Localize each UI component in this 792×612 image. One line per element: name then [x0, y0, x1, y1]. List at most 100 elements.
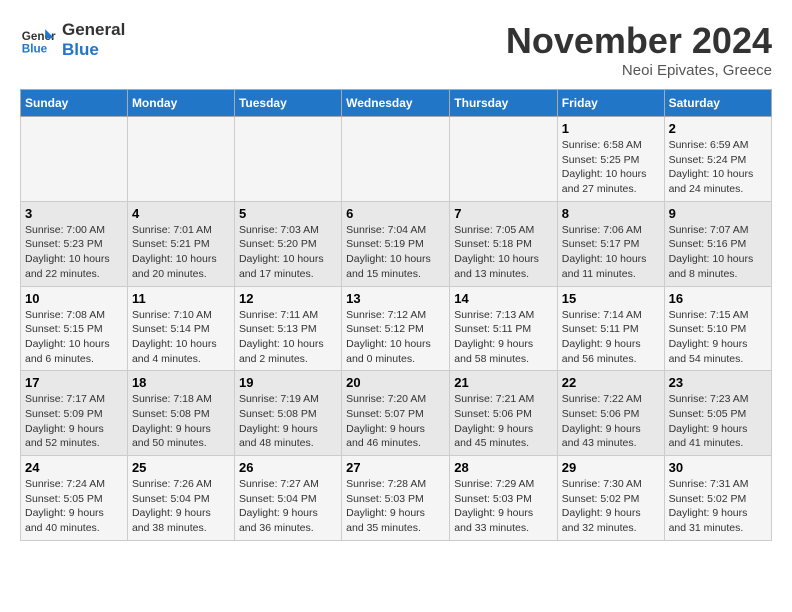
calendar-cell: 11 Sunrise: 7:10 AM Sunset: 5:14 PM Dayli… — [127, 286, 234, 371]
day-info: Sunrise: 7:26 AM Sunset: 5:04 PM Dayligh… — [132, 477, 230, 536]
day-info: Sunrise: 7:28 AM Sunset: 5:03 PM Dayligh… — [346, 477, 445, 536]
calendar-body: 1 Sunrise: 6:58 AM Sunset: 5:25 PM Daylig… — [21, 117, 772, 541]
calendar-cell: 13 Sunrise: 7:12 AM Sunset: 5:12 PM Dayli… — [342, 286, 450, 371]
day-info: Sunrise: 7:07 AM Sunset: 5:16 PM Dayligh… — [669, 223, 767, 282]
logo-line2: Blue — [62, 40, 125, 60]
page-header: General Blue General Blue November 2024 … — [20, 20, 772, 79]
col-monday: Monday — [127, 90, 234, 117]
col-friday: Friday — [557, 90, 664, 117]
day-info: Sunrise: 7:17 AM Sunset: 5:09 PM Dayligh… — [25, 392, 123, 451]
day-number: 30 — [669, 460, 767, 475]
calendar-cell: 10 Sunrise: 7:08 AM Sunset: 5:15 PM Dayli… — [21, 286, 128, 371]
day-info: Sunrise: 7:21 AM Sunset: 5:06 PM Dayligh… — [454, 392, 553, 451]
day-info: Sunrise: 7:01 AM Sunset: 5:21 PM Dayligh… — [132, 223, 230, 282]
calendar-cell: 28Sunrise: 7:29 AM Sunset: 5:03 PM Dayli… — [450, 456, 558, 541]
col-wednesday: Wednesday — [342, 90, 450, 117]
calendar-table: Sunday Monday Tuesday Wednesday Thursday… — [20, 89, 772, 541]
day-info: Sunrise: 7:00 AM Sunset: 5:23 PM Dayligh… — [25, 223, 123, 282]
day-number: 16 — [669, 291, 767, 306]
day-number: 26 — [239, 460, 337, 475]
calendar-cell — [450, 117, 558, 202]
day-number: 22 — [562, 375, 660, 390]
day-info: Sunrise: 7:13 AM Sunset: 5:11 PM Dayligh… — [454, 308, 553, 367]
calendar-cell: 9 Sunrise: 7:07 AM Sunset: 5:16 PM Daylig… — [664, 201, 771, 286]
day-info: Sunrise: 7:27 AM Sunset: 5:04 PM Dayligh… — [239, 477, 337, 536]
day-number: 25 — [132, 460, 230, 475]
col-tuesday: Tuesday — [234, 90, 341, 117]
svg-text:Blue: Blue — [22, 43, 48, 56]
calendar-cell: 4 Sunrise: 7:01 AM Sunset: 5:21 PM Daylig… — [127, 201, 234, 286]
calendar-cell: 1 Sunrise: 6:58 AM Sunset: 5:25 PM Daylig… — [557, 117, 664, 202]
day-number: 12 — [239, 291, 337, 306]
day-info: Sunrise: 7:12 AM Sunset: 5:12 PM Dayligh… — [346, 308, 445, 367]
day-number: 2 — [669, 121, 767, 136]
calendar-cell: 24Sunrise: 7:24 AM Sunset: 5:05 PM Dayli… — [21, 456, 128, 541]
day-number: 14 — [454, 291, 553, 306]
calendar-week-5: 24Sunrise: 7:24 AM Sunset: 5:05 PM Dayli… — [21, 456, 772, 541]
calendar-cell: 29 Sunrise: 7:30 AM Sunset: 5:02 PM Dayli… — [557, 456, 664, 541]
day-info: Sunrise: 7:23 AM Sunset: 5:05 PM Dayligh… — [669, 392, 767, 451]
day-info: Sunrise: 7:06 AM Sunset: 5:17 PM Dayligh… — [562, 223, 660, 282]
calendar-cell: 17Sunrise: 7:17 AM Sunset: 5:09 PM Dayli… — [21, 371, 128, 456]
day-number: 23 — [669, 375, 767, 390]
calendar-cell: 26 Sunrise: 7:27 AM Sunset: 5:04 PM Dayli… — [234, 456, 341, 541]
logo-icon: General Blue — [20, 22, 56, 58]
calendar-cell: 6Sunrise: 7:04 AM Sunset: 5:19 PM Daylig… — [342, 201, 450, 286]
day-number: 9 — [669, 206, 767, 221]
calendar-cell — [21, 117, 128, 202]
day-number: 13 — [346, 291, 445, 306]
day-number: 27 — [346, 460, 445, 475]
header-row: Sunday Monday Tuesday Wednesday Thursday… — [21, 90, 772, 117]
day-info: Sunrise: 7:11 AM Sunset: 5:13 PM Dayligh… — [239, 308, 337, 367]
calendar-cell: 3 Sunrise: 7:00 AM Sunset: 5:23 PM Daylig… — [21, 201, 128, 286]
calendar-cell: 21Sunrise: 7:21 AM Sunset: 5:06 PM Dayli… — [450, 371, 558, 456]
calendar-cell: 14 Sunrise: 7:13 AM Sunset: 5:11 PM Dayli… — [450, 286, 558, 371]
calendar-week-3: 10 Sunrise: 7:08 AM Sunset: 5:15 PM Dayli… — [21, 286, 772, 371]
calendar-cell: 27 Sunrise: 7:28 AM Sunset: 5:03 PM Dayli… — [342, 456, 450, 541]
day-info: Sunrise: 7:08 AM Sunset: 5:15 PM Dayligh… — [25, 308, 123, 367]
day-info: Sunrise: 7:10 AM Sunset: 5:14 PM Dayligh… — [132, 308, 230, 367]
col-thursday: Thursday — [450, 90, 558, 117]
col-sunday: Sunday — [21, 90, 128, 117]
calendar-cell — [234, 117, 341, 202]
day-number: 19 — [239, 375, 337, 390]
day-number: 20 — [346, 375, 445, 390]
calendar-cell: 16 Sunrise: 7:15 AM Sunset: 5:10 PM Dayli… — [664, 286, 771, 371]
calendar-cell — [127, 117, 234, 202]
day-info: Sunrise: 7:15 AM Sunset: 5:10 PM Dayligh… — [669, 308, 767, 367]
logo-line1: General — [62, 20, 125, 40]
day-info: Sunrise: 7:05 AM Sunset: 5:18 PM Dayligh… — [454, 223, 553, 282]
calendar-cell: 25 Sunrise: 7:26 AM Sunset: 5:04 PM Dayli… — [127, 456, 234, 541]
day-number: 29 — [562, 460, 660, 475]
calendar-cell: 22Sunrise: 7:22 AM Sunset: 5:06 PM Dayli… — [557, 371, 664, 456]
day-number: 7 — [454, 206, 553, 221]
day-number: 3 — [25, 206, 123, 221]
day-info: Sunrise: 7:30 AM Sunset: 5:02 PM Dayligh… — [562, 477, 660, 536]
calendar-cell: 12 Sunrise: 7:11 AM Sunset: 5:13 PM Dayli… — [234, 286, 341, 371]
day-number: 4 — [132, 206, 230, 221]
day-info: Sunrise: 7:18 AM Sunset: 5:08 PM Dayligh… — [132, 392, 230, 451]
day-number: 15 — [562, 291, 660, 306]
calendar-cell — [342, 117, 450, 202]
day-info: Sunrise: 7:04 AM Sunset: 5:19 PM Dayligh… — [346, 223, 445, 282]
location-subtitle: Neoi Epivates, Greece — [506, 62, 772, 79]
calendar-cell: 18 Sunrise: 7:18 AM Sunset: 5:08 PM Dayli… — [127, 371, 234, 456]
calendar-cell: 19Sunrise: 7:19 AM Sunset: 5:08 PM Dayli… — [234, 371, 341, 456]
calendar-header: Sunday Monday Tuesday Wednesday Thursday… — [21, 90, 772, 117]
day-number: 11 — [132, 291, 230, 306]
day-number: 18 — [132, 375, 230, 390]
calendar-week-2: 3 Sunrise: 7:00 AM Sunset: 5:23 PM Daylig… — [21, 201, 772, 286]
month-title: November 2024 — [506, 20, 772, 62]
day-number: 1 — [562, 121, 660, 136]
day-info: Sunrise: 7:29 AM Sunset: 5:03 PM Dayligh… — [454, 477, 553, 536]
day-info: Sunrise: 7:20 AM Sunset: 5:07 PM Dayligh… — [346, 392, 445, 451]
day-info: Sunrise: 7:14 AM Sunset: 5:11 PM Dayligh… — [562, 308, 660, 367]
day-info: Sunrise: 6:58 AM Sunset: 5:25 PM Dayligh… — [562, 138, 660, 197]
calendar-cell: 2Sunrise: 6:59 AM Sunset: 5:24 PM Daylig… — [664, 117, 771, 202]
calendar-cell: 30Sunrise: 7:31 AM Sunset: 5:02 PM Dayli… — [664, 456, 771, 541]
day-number: 8 — [562, 206, 660, 221]
calendar-week-1: 1 Sunrise: 6:58 AM Sunset: 5:25 PM Daylig… — [21, 117, 772, 202]
calendar-week-4: 17Sunrise: 7:17 AM Sunset: 5:09 PM Dayli… — [21, 371, 772, 456]
col-saturday: Saturday — [664, 90, 771, 117]
day-number: 10 — [25, 291, 123, 306]
